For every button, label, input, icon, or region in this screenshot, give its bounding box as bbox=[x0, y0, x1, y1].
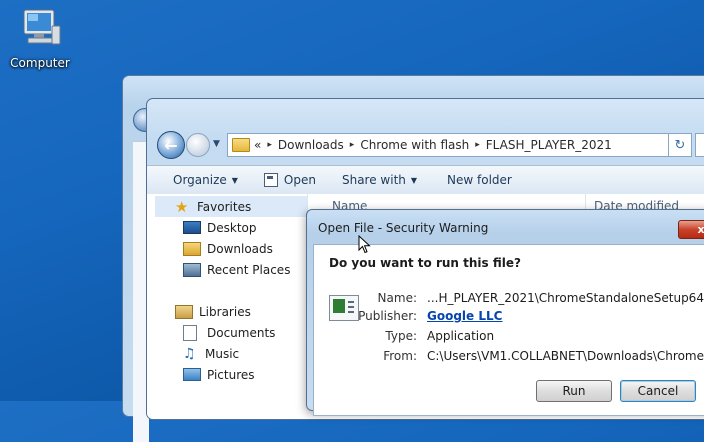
new-folder-label: New folder bbox=[447, 173, 512, 187]
open-icon bbox=[263, 173, 278, 187]
computer-label: Computer bbox=[10, 56, 70, 70]
nav-desktop-label: Desktop bbox=[207, 220, 257, 235]
search-input[interactable] bbox=[695, 133, 704, 157]
type-value: Application bbox=[427, 329, 495, 343]
nav-pictures-label: Pictures bbox=[207, 367, 255, 382]
share-with-button[interactable]: Share with ▼ bbox=[342, 173, 417, 187]
music-icon: ♫ bbox=[183, 345, 196, 362]
open-label: Open bbox=[283, 173, 316, 187]
nav-documents-label: Documents bbox=[207, 325, 276, 340]
recent-locations-chevron-icon[interactable]: ▼ bbox=[213, 139, 220, 149]
breadcrumb-flash-player-2021[interactable]: FLASH_PLAYER_2021 bbox=[486, 138, 612, 152]
mouse-cursor-icon bbox=[358, 235, 371, 254]
command-bar: Organize ▼ Open Share with ▼ New folder bbox=[147, 165, 704, 195]
refresh-icon: ↻ bbox=[674, 137, 686, 153]
nav-music[interactable]: ♫ Music bbox=[155, 343, 307, 364]
nav-pictures[interactable]: Pictures bbox=[155, 364, 307, 385]
organize-label: Organize bbox=[173, 173, 227, 187]
folder-icon bbox=[232, 138, 250, 152]
address-bar[interactable]: « ▸ Downloads ▸ Chrome with flash ▸ FLAS… bbox=[227, 133, 669, 157]
chevron-right-icon: ▸ bbox=[349, 140, 355, 150]
name-key: Name: bbox=[377, 291, 417, 305]
forward-button[interactable] bbox=[186, 133, 210, 157]
pictures-icon bbox=[183, 368, 201, 381]
nav-favorites-label: Favorites bbox=[197, 199, 252, 214]
recent-places-icon bbox=[183, 262, 201, 277]
downloads-icon bbox=[183, 241, 201, 256]
nav-documents[interactable]: Documents bbox=[155, 322, 307, 343]
back-arrow-icon: ← bbox=[164, 135, 178, 155]
nav-favorites[interactable]: ★ Favorites bbox=[155, 196, 307, 217]
back-button[interactable]: ← bbox=[157, 131, 185, 159]
star-icon: ★ bbox=[175, 197, 189, 216]
refresh-button[interactable]: ↻ bbox=[669, 133, 692, 157]
breadcrumb-downloads[interactable]: Downloads bbox=[278, 138, 344, 152]
dialog-title: Open File - Security Warning bbox=[318, 221, 489, 235]
nav-downloads[interactable]: Downloads bbox=[155, 238, 307, 259]
nav-libraries-label: Libraries bbox=[199, 304, 251, 319]
publisher-link[interactable]: Google LLC bbox=[427, 309, 502, 323]
computer-desktop-icon[interactable]: Computer bbox=[8, 6, 72, 70]
dialog-question: Do you want to run this file? bbox=[329, 256, 521, 270]
nav-libraries[interactable]: Libraries bbox=[155, 301, 307, 322]
chevron-right-icon: ▸ bbox=[475, 140, 480, 150]
chevron-down-icon: ▼ bbox=[231, 175, 238, 185]
breadcrumb-chrome-with-flash[interactable]: Chrome with flash bbox=[360, 138, 469, 152]
navigation-pane: ★ Favorites Desktop Downloads Recent Pla… bbox=[155, 194, 307, 419]
run-button[interactable]: Run bbox=[536, 380, 612, 402]
dialog-body: Do you want to run this file? Name: ...H… bbox=[313, 244, 704, 416]
name-value: ...H_PLAYER_2021\ChromeStandaloneSetup64… bbox=[427, 291, 704, 305]
new-folder-button[interactable]: New folder bbox=[447, 173, 512, 187]
organize-button[interactable]: Organize ▼ bbox=[173, 173, 238, 187]
share-with-label: Share with bbox=[341, 173, 406, 187]
address-overflow[interactable]: « bbox=[254, 138, 261, 152]
close-icon: x bbox=[697, 223, 704, 236]
type-key: Type: bbox=[385, 329, 417, 343]
nav-downloads-label: Downloads bbox=[207, 241, 273, 256]
chevron-right-icon: ▸ bbox=[267, 140, 272, 150]
publisher-key: Publisher: bbox=[358, 309, 417, 323]
from-key: From: bbox=[383, 349, 417, 363]
chevron-down-icon: ▼ bbox=[410, 175, 418, 185]
nav-desktop[interactable]: Desktop bbox=[155, 217, 307, 238]
nav-recent-places-label: Recent Places bbox=[207, 262, 291, 277]
desktop-icon bbox=[183, 221, 201, 234]
libraries-icon bbox=[175, 304, 193, 319]
documents-icon bbox=[183, 324, 197, 341]
cancel-button[interactable]: Cancel bbox=[620, 380, 696, 402]
nav-music-label: Music bbox=[205, 346, 240, 361]
open-button[interactable]: Open bbox=[263, 173, 316, 187]
nav-recent-places[interactable]: Recent Places bbox=[155, 259, 307, 280]
from-value: C:\Users\VM1.COLLABNET\Downloads\Chrome … bbox=[427, 349, 704, 363]
computer-icon bbox=[23, 9, 61, 45]
close-button[interactable]: x bbox=[678, 220, 704, 239]
